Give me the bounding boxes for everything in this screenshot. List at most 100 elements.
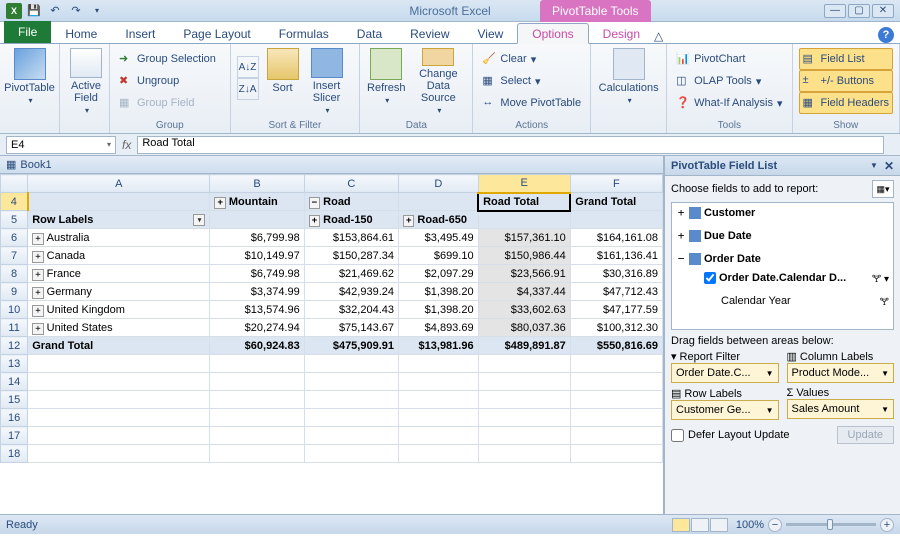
- cell-C7[interactable]: $150,287.34: [304, 247, 398, 265]
- expand-icon[interactable]: +: [214, 197, 225, 209]
- col-C[interactable]: C: [304, 175, 398, 193]
- cell-B4[interactable]: +Mountain: [210, 193, 304, 211]
- cell-F12[interactable]: $550,816.69: [570, 337, 662, 355]
- filter-icon[interactable]: 🝖: [880, 290, 889, 311]
- cell-C6[interactable]: $153,864.61: [304, 229, 398, 247]
- expand-icon[interactable]: +: [32, 251, 43, 263]
- cell-A9[interactable]: +Germany: [28, 283, 210, 301]
- cell-A12[interactable]: Grand Total: [28, 337, 210, 355]
- pivottable-button[interactable]: PivotTable: [4, 46, 55, 118]
- cell-C5[interactable]: +Road-150: [304, 211, 398, 229]
- whatif-button[interactable]: ❓What-If Analysis ▾: [673, 92, 785, 114]
- sort-asc-button[interactable]: A↓Z: [237, 56, 259, 78]
- field-list-dropdown-icon[interactable]: ▼: [870, 161, 878, 170]
- cell-F11[interactable]: $100,312.30: [570, 319, 662, 337]
- tab-insert[interactable]: Insert: [111, 24, 169, 43]
- cell-E5[interactable]: [478, 211, 570, 229]
- active-field-button[interactable]: ActiveField: [64, 46, 108, 118]
- sort-desc-button[interactable]: Z↓A: [237, 78, 259, 100]
- name-box-dropdown-icon[interactable]: ▾: [107, 140, 111, 149]
- field-checkbox[interactable]: [704, 272, 716, 284]
- col-A[interactable]: A: [28, 175, 210, 193]
- change-data-source-button[interactable]: Change DataSource: [408, 46, 468, 118]
- cell-F8[interactable]: $30,316.89: [570, 265, 662, 283]
- area-values[interactable]: Sales Amount▼: [787, 399, 895, 419]
- cell-D7[interactable]: $699.10: [399, 247, 479, 265]
- row-12[interactable]: 12: [1, 337, 28, 355]
- row-9[interactable]: 9: [1, 283, 28, 301]
- cell-E10[interactable]: $33,602.63: [478, 301, 570, 319]
- cell-E11[interactable]: $80,037.36: [478, 319, 570, 337]
- field-due-date[interactable]: +Due Date: [674, 228, 891, 243]
- cell-C10[interactable]: $32,204.43: [304, 301, 398, 319]
- close-button[interactable]: ✕: [872, 4, 894, 18]
- cell-F7[interactable]: $161,136.41: [570, 247, 662, 265]
- cell-F4[interactable]: Grand Total: [570, 193, 662, 211]
- tab-options[interactable]: Options: [517, 23, 588, 44]
- field-customer[interactable]: +Customer: [674, 205, 891, 220]
- cell-D11[interactable]: $4,893.69: [399, 319, 479, 337]
- row-13[interactable]: 13: [1, 355, 28, 373]
- field-list-toggle[interactable]: ▤Field List: [799, 48, 893, 70]
- row-7[interactable]: 7: [1, 247, 28, 265]
- expand-icon[interactable]: +: [32, 287, 43, 299]
- expand-icon[interactable]: +: [32, 305, 43, 317]
- cell-C9[interactable]: $42,939.24: [304, 283, 398, 301]
- cell-D10[interactable]: $1,398.20: [399, 301, 479, 319]
- field-list-fields[interactable]: +Customer +Due Date −Order Date Order Da…: [671, 202, 894, 330]
- olap-tools-button[interactable]: ◫OLAP Tools ▾: [673, 70, 785, 92]
- excel-logo-icon[interactable]: X: [6, 3, 22, 19]
- cell-D4[interactable]: [399, 193, 479, 211]
- zoom-in-button[interactable]: +: [880, 518, 894, 532]
- cell-E9[interactable]: $4,337.44: [478, 283, 570, 301]
- redo-icon[interactable]: ↷: [67, 2, 85, 20]
- cell-B11[interactable]: $20,274.94: [210, 319, 304, 337]
- defer-checkbox[interactable]: [671, 429, 684, 442]
- cell-C4[interactable]: −Road: [304, 193, 398, 211]
- expand-icon[interactable]: +: [32, 233, 43, 245]
- cell-B5[interactable]: [210, 211, 304, 229]
- row-16[interactable]: 16: [1, 409, 28, 427]
- cell-E7[interactable]: $150,986.44: [478, 247, 570, 265]
- tab-data[interactable]: Data: [343, 24, 396, 43]
- refresh-button[interactable]: Refresh: [364, 46, 408, 118]
- tab-view[interactable]: View: [464, 24, 518, 43]
- workbook-title[interactable]: ▦Book1: [0, 156, 663, 174]
- row-5[interactable]: 5: [1, 211, 28, 229]
- group-selection-button[interactable]: ➜Group Selection: [116, 48, 219, 70]
- collapse-icon[interactable]: −: [309, 197, 320, 209]
- cell-F10[interactable]: $47,177.59: [570, 301, 662, 319]
- cell-C8[interactable]: $21,469.62: [304, 265, 398, 283]
- field-list-title-bar[interactable]: PivotTable Field List ▼ ✕: [665, 156, 900, 176]
- row-14[interactable]: 14: [1, 373, 28, 391]
- row-6[interactable]: 6: [1, 229, 28, 247]
- tab-page-layout[interactable]: Page Layout: [169, 24, 264, 43]
- cell-B8[interactable]: $6,749.98: [210, 265, 304, 283]
- area-report-filter[interactable]: Order Date.C...▼: [671, 363, 779, 383]
- select-all-corner[interactable]: [1, 175, 28, 193]
- minimize-ribbon-icon[interactable]: △: [654, 29, 663, 43]
- expand-icon[interactable]: +: [32, 269, 43, 281]
- cell-F6[interactable]: $164,161.08: [570, 229, 662, 247]
- area-row-labels[interactable]: Customer Ge...▼: [671, 400, 779, 420]
- cell-A8[interactable]: +France: [28, 265, 210, 283]
- cell-D6[interactable]: $3,495.49: [399, 229, 479, 247]
- tab-file[interactable]: File: [4, 21, 51, 43]
- view-normal-button[interactable]: [672, 518, 690, 532]
- view-page-layout-button[interactable]: [691, 518, 709, 532]
- cell-A4[interactable]: [28, 193, 210, 211]
- formula-input[interactable]: Road Total: [137, 136, 884, 154]
- clear-button[interactable]: 🧹Clear ▾: [479, 48, 584, 70]
- expand-icon[interactable]: +: [32, 323, 43, 335]
- tab-design[interactable]: Design: [589, 24, 654, 43]
- row-8[interactable]: 8: [1, 265, 28, 283]
- cell-A6[interactable]: +Australia: [28, 229, 210, 247]
- save-icon[interactable]: 💾: [25, 2, 43, 20]
- field-calendar-year[interactable]: Calendar Year🝖: [674, 289, 891, 312]
- area-column-labels[interactable]: Product Mode...▼: [787, 363, 895, 383]
- pm-buttons-toggle[interactable]: ±+/- Buttons: [799, 70, 893, 92]
- cell-A5[interactable]: Row Labels▾: [28, 211, 210, 229]
- cell-B12[interactable]: $60,924.83: [210, 337, 304, 355]
- col-D[interactable]: D: [399, 175, 479, 193]
- cell-A11[interactable]: +United States: [28, 319, 210, 337]
